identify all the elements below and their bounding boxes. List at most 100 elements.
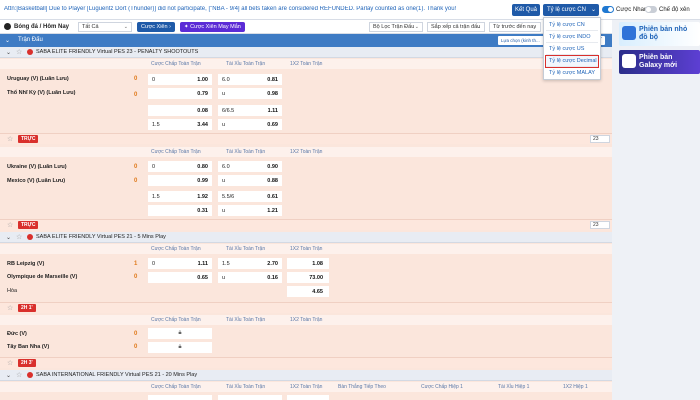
draw-label: Hòa	[7, 288, 18, 294]
league-icon	[27, 49, 33, 55]
odds-type-dropdown: Tỷ lệ cược CN Tỷ lệ cược INDO Tỷ lệ cược…	[543, 17, 601, 80]
odds-option-us[interactable]: Tỷ lệ cược US	[546, 44, 598, 55]
col-1x2-h1: 1X2 Hiệp 1	[563, 384, 588, 390]
mode-toggle[interactable]	[645, 6, 657, 13]
parlay-label: Cược Xiên	[141, 24, 168, 30]
soccer-icon	[4, 23, 11, 30]
league-title: SABA ELITE FRIENDLY Virtual PES 21 - 5 M…	[36, 234, 166, 240]
col-taixiu-h1: Tài Xỉu Hiệp 1	[498, 384, 530, 390]
col-1x2: 1X2 Toàn Trận	[290, 149, 323, 155]
odds-cell[interactable]: 0.08	[148, 105, 212, 116]
col-taixiu: Tài Xỉu Toàn Trận	[226, 317, 266, 323]
league-row[interactable]: ⌄ ☆ SABA ELITE FRIENDLY Virtual PES 21 -…	[0, 232, 612, 243]
odds-cell-locked: 🔒︎	[148, 342, 212, 353]
col-1x2: 1X2 Toàn Trận	[290, 317, 323, 323]
time-value: Từ trước đến nay	[493, 24, 537, 30]
chevron-down-icon: ⌄	[476, 24, 481, 30]
odds-cell[interactable]: 1.5 2.70	[218, 258, 282, 269]
odds-cell[interactable]: 4.65	[287, 286, 329, 297]
odds-cell[interactable]: 0 0.80	[148, 161, 212, 172]
col-next-goal: Bàn Thắng Tiếp Theo	[338, 384, 386, 390]
live-badge: 2H 1'	[18, 304, 36, 312]
odds-cell[interactable]	[148, 395, 212, 400]
odds-cell[interactable]: u 0.69	[218, 119, 282, 130]
odds-cell[interactable]: 0.31	[148, 205, 212, 216]
odds-cell[interactable]: 6/6.5 1.11	[218, 105, 282, 116]
odds-cell[interactable]: 6.0 0.90	[218, 161, 282, 172]
more-markets-select[interactable]: 23	[590, 135, 610, 143]
star-icon[interactable]: ☆	[7, 359, 13, 367]
parlay-button[interactable]: Cược Xiên ›	[137, 22, 175, 32]
odds-option-malay[interactable]: Tỷ lệ cược MALAY	[546, 68, 598, 79]
team-away: Olympique de Marseille (V)	[7, 274, 78, 280]
promo-banner-galaxy[interactable]: Phiên bản Galaxy mới	[619, 50, 700, 74]
quick-bet-toggle[interactable]	[602, 6, 614, 13]
league-title: SABA ELITE FRIENDLY Virtual PES 23 - PEN…	[36, 49, 199, 55]
odds-cell[interactable]	[287, 395, 329, 400]
odds-cell[interactable]: 6.0 0.81	[218, 74, 282, 85]
match-filter-value: Bộ Lọc Trận Đấu	[373, 24, 415, 30]
league-row[interactable]: ⌄ ☆ SABA INTERNATIONAL FRIENDLY Virtual …	[0, 370, 612, 381]
announcement-text[interactable]: Attn:[Basketball] Due to Player [Luguent…	[4, 6, 509, 12]
team-home: Đức (V)	[7, 331, 27, 337]
star-icon[interactable]: ☆	[7, 221, 13, 229]
odds-cell[interactable]: u 0.16	[218, 272, 282, 283]
odds-cell[interactable]: 0.79	[148, 88, 212, 99]
odds-cell[interactable]: u 0.98	[218, 88, 282, 99]
col-taixiu: Tài Xỉu Toàn Trận	[226, 384, 266, 390]
odds-cell[interactable]: 1.08	[287, 258, 329, 269]
market-select[interactable]: Tất Cả ⌄	[78, 22, 132, 32]
chevron-down-icon: ⌄	[590, 7, 596, 13]
odds-option-cn[interactable]: Tỷ lệ cược CN	[546, 20, 598, 31]
col-taixiu: Tài Xỉu Toàn Trận	[226, 61, 266, 67]
star-icon[interactable]: ☆	[7, 135, 13, 143]
col-handicap-h1: Cược Chấp Hiệp 1	[421, 384, 463, 390]
results-button[interactable]: Kết Quả	[512, 4, 540, 16]
team-home: Uruguay (V) (Luân Lưu)	[7, 76, 69, 82]
star-icon[interactable]: ☆	[7, 304, 13, 312]
match-filter-select[interactable]: Bộ Lọc Trận Đấu ⌄	[369, 22, 423, 32]
odds-cell-locked: 🔒︎	[148, 328, 212, 339]
odds-cell[interactable]: u 0.88	[218, 175, 282, 186]
time-select[interactable]: Từ trước đến nay ⌄	[489, 22, 541, 32]
star-icon[interactable]: ☆	[16, 48, 22, 56]
lucky-parlay-button[interactable]: ✦ Cược Xiên May Mắn	[180, 22, 245, 32]
star-icon[interactable]: ☆	[16, 233, 22, 241]
col-1x2: 1X2 Toàn Trận	[290, 246, 323, 252]
col-handicap: Cược Chấp Toàn Trận	[151, 149, 201, 155]
odds-cell[interactable]	[218, 395, 282, 400]
star-icon[interactable]: ☆	[16, 371, 22, 379]
odds-cell[interactable]: 0 1.11	[148, 258, 212, 269]
sort-select[interactable]: Sắp xếp cả trận đấu ⌄	[427, 22, 485, 32]
score-home: 0	[134, 164, 138, 170]
chevron-down-icon[interactable]: ⌄	[6, 234, 11, 241]
col-handicap: Cược Chấp Toàn Trận	[151, 384, 201, 390]
promo-banner-small[interactable]: Phiên bản nhỏ đồ bộ	[619, 22, 700, 46]
chevron-down-icon[interactable]: ⌄	[6, 49, 11, 56]
odds-cell[interactable]: 1.5 1.92	[148, 191, 212, 202]
mode-label: Chế độ xên	[659, 7, 690, 13]
odds-option-decimal[interactable]: Tỷ lệ cược Decimal	[545, 55, 599, 68]
odds-cell[interactable]: 5.5/6 0.61	[218, 191, 282, 202]
odds-type-select[interactable]: Tỷ lệ cược CN ⌄	[543, 4, 599, 16]
odds-cell[interactable]: 0.65	[148, 272, 212, 283]
column-header: Cược Chấp Toàn Trận Tài Xỉu Toàn Trận 1X…	[0, 382, 612, 392]
league-row[interactable]: ⌄ ☆ SABA ELITE FRIENDLY Virtual PES 23 -…	[0, 47, 612, 58]
live-badge: TRỰC	[18, 221, 39, 229]
odds-cell[interactable]: u 1.21	[218, 205, 282, 216]
chevron-down-icon[interactable]: ⌄	[5, 37, 10, 44]
odds-cell[interactable]: 73.00	[287, 272, 329, 283]
odds-option-indo[interactable]: Tỷ lệ cược INDO	[546, 32, 598, 43]
chevron-down-icon[interactable]: ⌄	[6, 372, 11, 379]
score-home: 0	[134, 76, 138, 82]
sport-label: Bóng đá / Hôm Nay	[14, 24, 70, 30]
col-handicap: Cược Chấp Toàn Trận	[151, 246, 201, 252]
promo-text: Phiên bản Galaxy mới	[639, 54, 678, 69]
odds-cell[interactable]: 0 1.00	[148, 74, 212, 85]
more-markets-select[interactable]: 23	[590, 221, 610, 229]
odds-cell[interactable]: 1.5 3.44	[148, 119, 212, 130]
table-header: ⌄ Trận Đấu Lựa chọn (kinh th... ↻ ≡ ▦ ⌃	[0, 34, 612, 47]
league-title: SABA INTERNATIONAL FRIENDLY Virtual PES …	[36, 372, 198, 378]
odds-cell[interactable]: 0.99	[148, 175, 212, 186]
team-home: RB Leipzig (V)	[7, 261, 45, 267]
